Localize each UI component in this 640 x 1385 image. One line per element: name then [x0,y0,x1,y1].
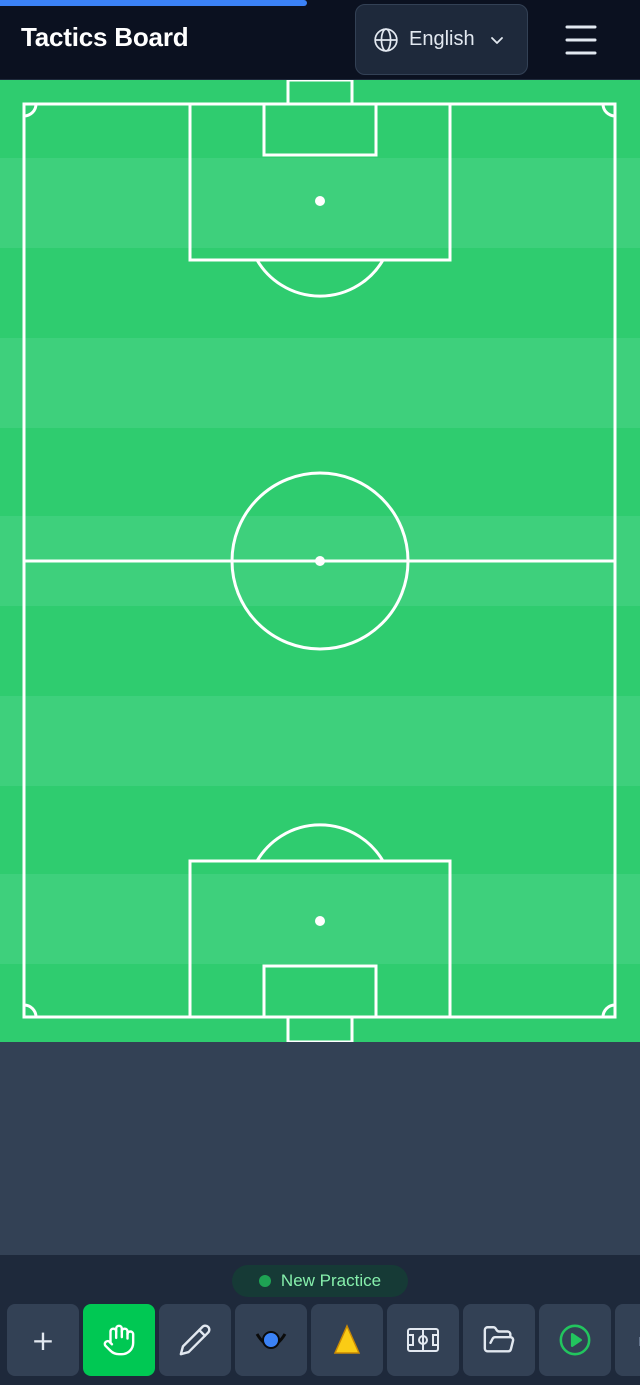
language-selector[interactable]: English [355,4,528,75]
draw-tool-button[interactable] [159,1304,231,1376]
bottom-toolbar: New Practice + [0,1254,640,1385]
cone-tool-button[interactable] [311,1304,383,1376]
field-tool-button[interactable] [387,1304,459,1376]
tool-buttons: + [7,1304,640,1376]
practice-status-badge[interactable]: New Practice [232,1265,408,1297]
cone-icon [333,1324,361,1354]
partial-icon [639,1337,640,1346]
center-spot [315,556,325,566]
field-icon [407,1328,439,1352]
move-tool-button[interactable] [83,1304,155,1376]
play-button[interactable] [539,1304,611,1376]
board-canvas-background [0,1042,640,1254]
pencil-icon [179,1324,211,1356]
add-button[interactable]: + [7,1304,79,1376]
tactics-pitch[interactable] [0,80,640,1042]
status-dot [258,1275,271,1287]
top-penalty-spot [315,196,325,206]
app-header: Tactics Board English [0,0,640,80]
player-tool-button[interactable] [235,1304,307,1376]
hamburger-menu-icon[interactable] [560,20,602,60]
player-marker-icon [255,1331,287,1349]
more-tool-button[interactable] [615,1304,640,1376]
loading-progress-bar [0,0,308,6]
practice-name: New Practice [280,1271,382,1290]
globe-icon [374,27,398,52]
folder-open-icon [483,1326,515,1353]
hand-icon [103,1324,135,1356]
open-folder-button[interactable] [463,1304,535,1376]
plus-icon: + [31,1323,55,1357]
play-icon [559,1324,591,1356]
bottom-penalty-spot [315,916,325,926]
app-title: Tactics Board [21,22,189,52]
chevron-down-icon [490,36,503,44]
language-label: English [409,28,475,50]
